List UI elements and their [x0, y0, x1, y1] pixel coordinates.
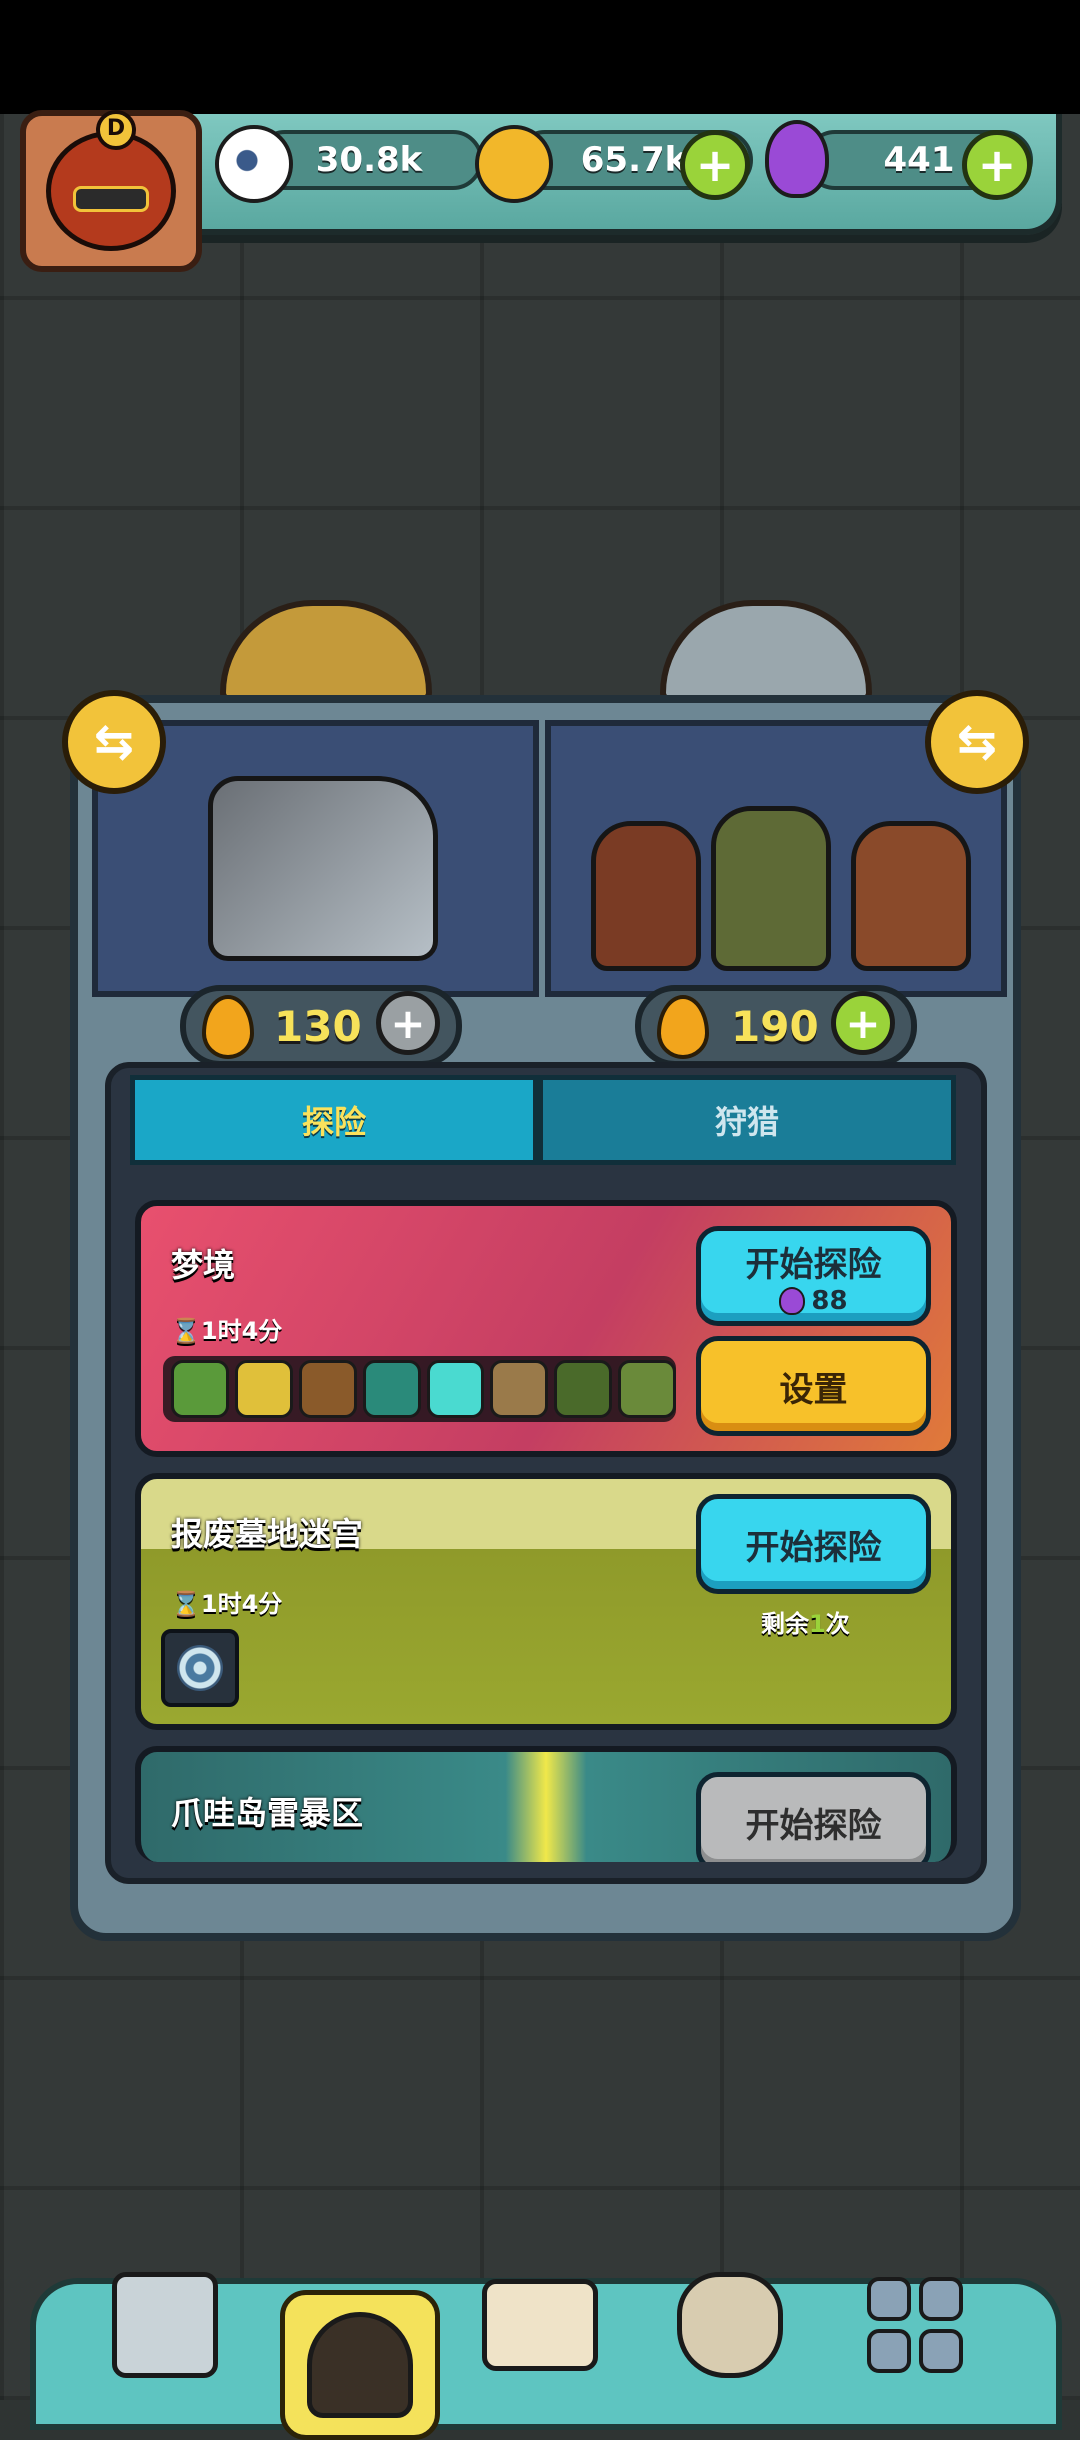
shop-building-icon	[112, 2272, 218, 2378]
book-icon	[482, 2279, 598, 2371]
creature-icon	[554, 1360, 613, 1418]
time-value: 1时4分	[200, 1317, 283, 1345]
expedition-card-dreamland: 梦境 ⌛1时4分 开始探险 88 设置	[135, 1200, 957, 1457]
start-expedition-button[interactable]: 开始探险 88	[696, 1226, 931, 1326]
potion-icon	[765, 120, 829, 198]
expedition-card-java-storm: 爪哇岛雷暴区 开始探险	[135, 1746, 957, 1862]
start-expedition-button-disabled[interactable]: 开始探险	[696, 1772, 931, 1862]
player-avatar[interactable]: D	[20, 110, 202, 272]
settings-button[interactable]: 设置	[696, 1336, 931, 1436]
reward-item-slot[interactable]	[161, 1629, 239, 1707]
remaining-count: 1	[809, 1610, 826, 1638]
start-label: 开始探险	[745, 1244, 882, 1285]
add-coins-button[interactable]: +	[680, 130, 750, 200]
remaining-suffix: 次	[825, 1610, 850, 1638]
cost-value: 88	[811, 1285, 848, 1316]
status-bar	[0, 0, 1080, 114]
creature-roster	[163, 1356, 676, 1422]
nav-money-bag[interactable]	[670, 2265, 790, 2385]
rank-badge: D	[96, 110, 136, 150]
expedition-title: 爪哇岛雷暴区	[171, 1794, 364, 1832]
expedition-time: ⌛1时4分	[171, 1590, 283, 1618]
swap-crew-button[interactable]: ⇆	[925, 690, 1029, 794]
creature-icon	[171, 1360, 229, 1418]
fuel-right: 190 +	[635, 985, 917, 1067]
tab-hunt[interactable]: 狩猎	[538, 1075, 956, 1165]
creature-icon	[618, 1360, 676, 1418]
tornado-reward-icon	[177, 1645, 223, 1691]
crew-member-icon	[591, 821, 701, 971]
money-bag-icon	[677, 2272, 783, 2378]
creature-icon	[234, 1360, 293, 1418]
nav-book[interactable]	[480, 2265, 600, 2385]
settings-label: 设置	[779, 1369, 848, 1410]
creature-icon	[362, 1360, 421, 1418]
coin-icon	[475, 125, 553, 203]
nav-menu[interactable]	[855, 2265, 975, 2385]
creature-icon	[490, 1360, 549, 1418]
start-label: 开始探险	[745, 1805, 882, 1846]
swap-vehicle-button[interactable]: ⇆	[62, 690, 166, 794]
crew-member-icon	[711, 806, 831, 971]
add-fuel-left-button[interactable]: +	[376, 991, 440, 1055]
fuel-right-value: 190	[731, 1001, 819, 1051]
nav-shop[interactable]	[105, 2265, 225, 2385]
start-expedition-button[interactable]: 开始探险	[696, 1494, 931, 1594]
expedition-creature-icon	[307, 2312, 413, 2418]
expedition-card-scrapyard-maze: 报废墓地迷宫 ⌛1时4分 开始探险 剩余1次	[135, 1473, 957, 1730]
remaining-prefix: 剩余	[761, 1610, 809, 1638]
time-value: 1时4分	[200, 1590, 283, 1618]
fuel-left: 130 +	[180, 985, 462, 1067]
add-potion-button[interactable]: +	[962, 130, 1032, 200]
creature-icon	[298, 1360, 357, 1418]
expedition-title: 报废墓地迷宫	[171, 1515, 364, 1553]
crew-member-icon	[851, 821, 971, 971]
fuel-drop-icon	[202, 995, 254, 1059]
fuel-left-value: 130	[274, 1001, 362, 1051]
add-fuel-right-button[interactable]: +	[831, 991, 895, 1055]
creature-icon	[426, 1360, 485, 1418]
start-label: 开始探险	[745, 1527, 882, 1568]
fuel-drop-icon	[657, 995, 709, 1059]
expedition-time: ⌛1时4分	[171, 1317, 283, 1345]
eyeball-icon	[215, 125, 293, 203]
potion-icon	[779, 1286, 806, 1315]
grid-menu-icon	[867, 2277, 963, 2373]
tab-explore[interactable]: 探险	[130, 1075, 538, 1165]
expedition-cost: 88	[779, 1285, 848, 1316]
expedition-title: 梦境	[171, 1246, 236, 1284]
nav-expedition[interactable]	[280, 2290, 440, 2440]
vehicle-icon	[208, 776, 438, 961]
remaining-attempts: 剩余1次	[761, 1604, 850, 1639]
